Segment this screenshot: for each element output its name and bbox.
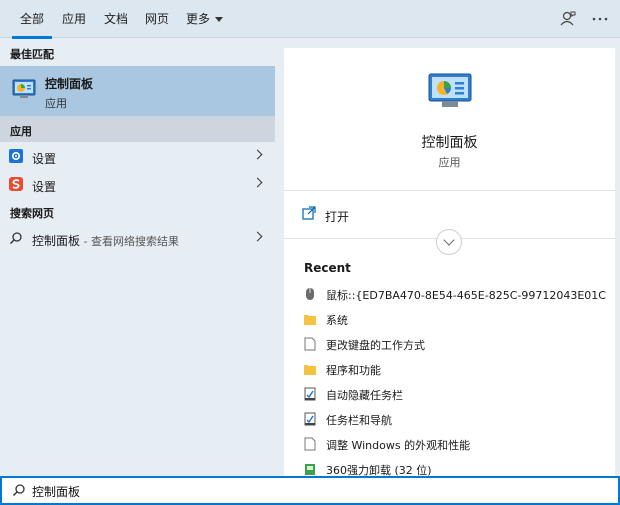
tab-web[interactable]: 网页 <box>145 0 169 38</box>
recent-item-label: 鼠标::{ED7BA470-8E54-465E-825C-99712043E01… <box>326 289 606 302</box>
taskbar-settings-icon <box>304 387 316 401</box>
preview-pane: 控制面板 应用 打开 Recent 鼠标::{ED7BA470-8E54-465… <box>284 48 615 477</box>
preview-title: 控制面板 <box>421 135 478 151</box>
recent-item[interactable]: 更改键盘的工作方式 <box>284 332 615 357</box>
best-match-type: 应用 <box>45 97 67 110</box>
tab-more-label: 更多 <box>186 12 211 26</box>
app-result-label: 设置 <box>32 180 57 194</box>
web-search-hint: - 查看网络搜索结果 <box>80 235 179 248</box>
preview-subtitle: 应用 <box>438 156 461 169</box>
preview-header: 控制面板 应用 <box>284 48 615 191</box>
recent-item-label: 更改键盘的工作方式 <box>326 339 425 352</box>
mouse-icon <box>304 287 316 301</box>
document-icon <box>304 337 316 351</box>
search-box <box>0 476 620 505</box>
best-match-heading: 最佳匹配 <box>10 48 54 61</box>
chevron-right-icon[interactable] <box>252 177 263 188</box>
chevron-right-icon[interactable] <box>252 231 263 242</box>
app-result-settings-sogou[interactable]: 设置 <box>0 171 275 199</box>
control-panel-icon <box>427 72 473 113</box>
recent-heading: Recent <box>304 261 351 275</box>
uninstall-app-icon <box>304 462 316 476</box>
recent-item-label: 任务栏和导航 <box>326 414 392 427</box>
web-search-heading: 搜索网页 <box>10 207 54 220</box>
taskbar-settings-icon <box>304 412 316 426</box>
recent-item-label: 自动隐藏任务栏 <box>326 389 403 402</box>
tab-apps[interactable]: 应用 <box>62 0 86 38</box>
web-search-result[interactable]: 控制面板 - 查看网络搜索结果 <box>0 225 275 253</box>
feedback-icon[interactable] <box>558 9 578 29</box>
search-icon <box>9 231 23 245</box>
web-search-label: 控制面板 - 查看网络搜索结果 <box>32 232 179 249</box>
recent-item[interactable]: 系统 <box>284 307 615 332</box>
tab-more[interactable]: 更多 <box>186 0 224 38</box>
apps-section-band <box>0 116 275 142</box>
recent-item[interactable]: 任务栏和导航 <box>284 407 615 432</box>
expand-button[interactable] <box>436 229 462 255</box>
more-options-icon[interactable] <box>590 9 610 29</box>
open-label: 打开 <box>325 210 350 224</box>
recent-item[interactable]: 鼠标::{ED7BA470-8E54-465E-825C-99712043E01… <box>284 282 615 307</box>
open-icon <box>302 206 316 223</box>
sogou-settings-icon <box>9 177 23 191</box>
search-scope-tabs: 全部 应用 文档 网页 更多 <box>0 0 620 39</box>
app-result-label: 设置 <box>32 152 57 166</box>
recent-item[interactable]: 自动隐藏任务栏 <box>284 382 615 407</box>
chevron-right-icon[interactable] <box>252 149 263 160</box>
chevron-down-icon <box>215 17 224 22</box>
search-input[interactable] <box>32 481 592 501</box>
best-match-name: 控制面板 <box>45 77 94 91</box>
recent-item-label: 调整 Windows 的外观和性能 <box>326 439 471 452</box>
control-panel-icon <box>12 78 36 103</box>
recent-item[interactable]: 调整 Windows 的外观和性能 <box>284 432 615 457</box>
search-icon <box>12 483 26 500</box>
recent-item-label: 系统 <box>326 314 348 327</box>
apps-heading: 应用 <box>10 125 32 138</box>
folder-icon <box>304 362 316 376</box>
settings-gear-icon <box>9 149 23 163</box>
app-result-settings[interactable]: 设置 <box>0 143 275 171</box>
tab-all[interactable]: 全部 <box>11 0 53 39</box>
document-icon <box>304 437 316 451</box>
web-search-query: 控制面板 <box>32 234 81 248</box>
tab-documents[interactable]: 文档 <box>104 0 128 38</box>
best-match-item[interactable]: 控制面板 应用 <box>0 66 275 116</box>
recent-item[interactable]: 程序和功能 <box>284 357 615 382</box>
results-list: 最佳匹配 控制面板 应用 应用 设置 设置 搜索网页 控制面板 - 查看网络搜索… <box>0 39 275 476</box>
recent-item-label: 程序和功能 <box>326 364 381 377</box>
folder-icon <box>304 312 316 326</box>
